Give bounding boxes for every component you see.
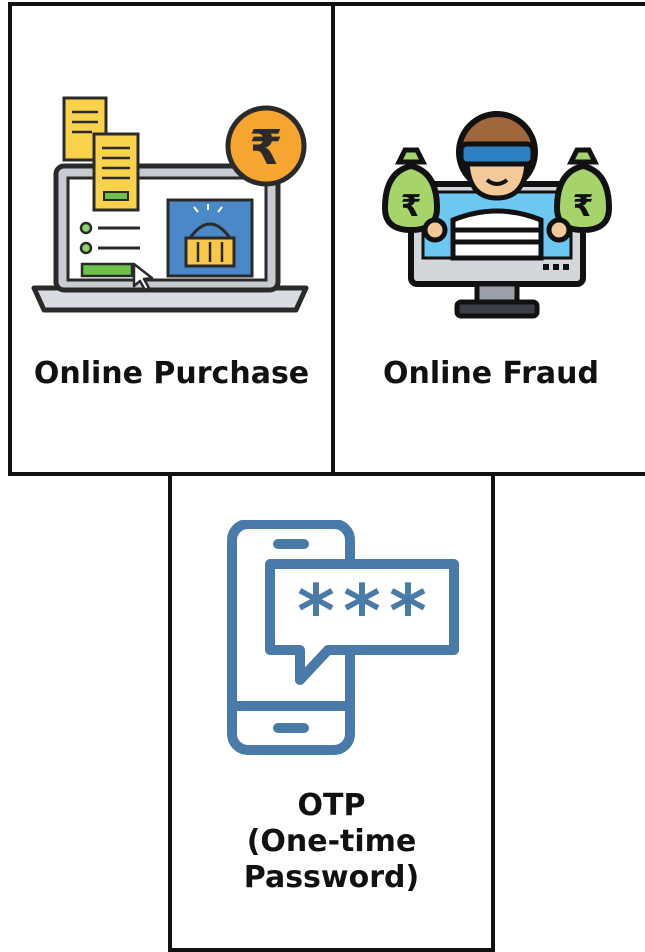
- otp-label-line-1: OTP: [297, 788, 366, 823]
- svg-text:₹: ₹: [573, 189, 594, 224]
- otp-label-line-2: (One-time: [246, 824, 417, 859]
- otp-label: OTP (One-time Password): [172, 788, 491, 896]
- thief-money-bags-monitor-icon: ₹ ₹: [381, 111, 613, 319]
- phone-otp-password-icon: * * *: [227, 520, 459, 755]
- svg-text:*: *: [389, 569, 427, 653]
- svg-text:₹: ₹: [401, 189, 422, 224]
- svg-text:*: *: [297, 569, 335, 653]
- svg-text:₹: ₹: [249, 120, 282, 176]
- laptop-shopping-rupee-icon: ₹: [31, 96, 309, 313]
- svg-text:*: *: [343, 569, 381, 653]
- otp-label-line-3: Password): [243, 860, 420, 895]
- otp-card: * * * OTP (One-time Password): [168, 472, 495, 952]
- online-purchase-label: Online Purchase: [33, 356, 310, 391]
- online-purchase-card: ₹ Online Purchase: [8, 2, 335, 476]
- online-fraud-card: ₹ ₹ Online Fraud: [331, 2, 645, 476]
- online-fraud-label: Online Fraud: [382, 356, 600, 391]
